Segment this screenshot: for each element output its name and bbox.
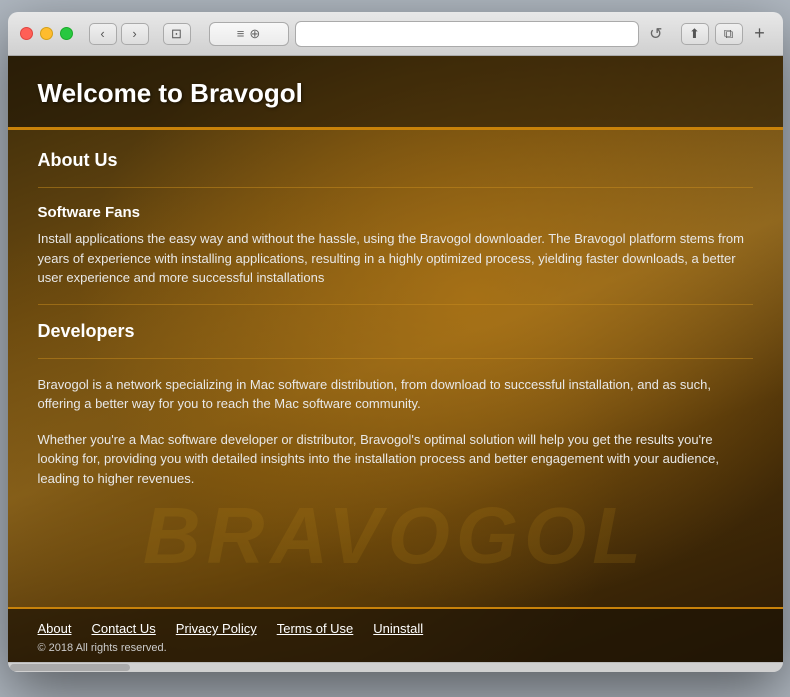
footer-link-terms[interactable]: Terms of Use — [277, 621, 354, 636]
reload-button[interactable]: ↺ — [649, 24, 662, 44]
developers-heading: Developers — [38, 321, 753, 342]
address-bar: ≡ ⊕ ↺ — [209, 21, 663, 47]
tabs-button[interactable]: ⧉ — [715, 23, 743, 45]
sidebar-icon: ⊡ — [171, 26, 182, 42]
forward-button[interactable]: › — [121, 23, 149, 45]
scrollbar-thumb[interactable] — [10, 664, 130, 671]
new-tab-button[interactable]: + — [749, 23, 771, 45]
reader-icon: ≡ — [237, 26, 245, 41]
right-buttons: ⬆ ⧉ + — [681, 23, 771, 45]
divider-1 — [38, 187, 753, 188]
footer-link-uninstall[interactable]: Uninstall — [373, 621, 423, 636]
titlebar: ‹ › ⊡ ≡ ⊕ ↺ ⬆ ⧉ + — [8, 12, 783, 56]
address-left-controls[interactable]: ≡ ⊕ — [209, 22, 289, 46]
plus-icon: + — [754, 23, 765, 44]
webpage-overlay: Welcome to Bravogol About Us Software Fa… — [8, 56, 783, 662]
developers-body1: Bravogol is a network specializing in Ma… — [38, 375, 753, 414]
maximize-button[interactable] — [60, 27, 73, 40]
share-icon: ⬆ — [689, 26, 700, 42]
software-fans-heading: Software Fans — [38, 204, 753, 221]
tabs-icon: ⧉ — [724, 26, 733, 42]
page-header: Welcome to Bravogol — [8, 56, 783, 130]
minimize-button[interactable] — [40, 27, 53, 40]
add-tab-icon: ⊕ — [249, 26, 260, 42]
browser-window: ‹ › ⊡ ≡ ⊕ ↺ ⬆ ⧉ + — [8, 12, 783, 672]
developers-body2: Whether you're a Mac software developer … — [38, 430, 753, 489]
nav-buttons: ‹ › — [89, 23, 149, 45]
url-bar[interactable] — [295, 21, 640, 47]
page-footer: About Contact Us Privacy Policy Terms of… — [8, 607, 783, 662]
scrollbar-track[interactable] — [8, 662, 783, 672]
close-button[interactable] — [20, 27, 33, 40]
traffic-lights — [20, 27, 73, 40]
footer-link-privacy[interactable]: Privacy Policy — [176, 621, 257, 636]
back-button[interactable]: ‹ — [89, 23, 117, 45]
divider-2 — [38, 304, 753, 305]
forward-icon: › — [132, 26, 136, 41]
footer-link-about[interactable]: About — [38, 621, 72, 636]
back-icon: ‹ — [100, 26, 104, 41]
sidebar-button[interactable]: ⊡ — [163, 23, 191, 45]
share-button[interactable]: ⬆ — [681, 23, 709, 45]
divider-3 — [38, 358, 753, 359]
footer-link-contact[interactable]: Contact Us — [91, 621, 155, 636]
page-title: Welcome to Bravogol — [38, 78, 753, 109]
copyright-text: © 2018 All rights reserved. — [38, 642, 753, 654]
page-main[interactable]: About Us Software Fans Install applicati… — [8, 130, 783, 607]
about-us-heading: About Us — [38, 150, 753, 171]
browser-content: BRAVOGOL Welcome to Bravogol About Us So… — [8, 56, 783, 662]
footer-links: About Contact Us Privacy Policy Terms of… — [38, 621, 753, 636]
software-fans-body: Install applications the easy way and wi… — [38, 229, 753, 288]
